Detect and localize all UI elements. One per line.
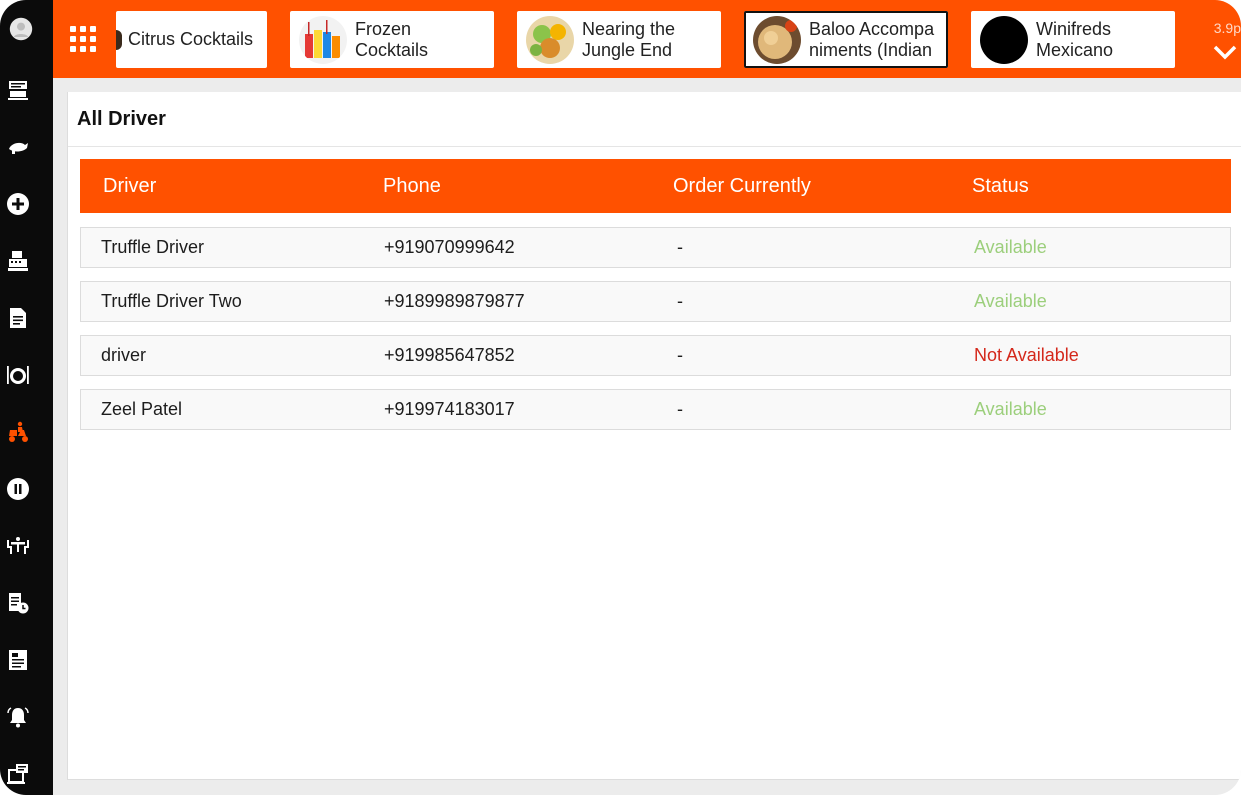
- category-label: Winifreds Mexicano: [1036, 18, 1114, 60]
- column-header-phone: Phone: [383, 175, 441, 197]
- topbar-overflow-text: 3.9p: [1213, 20, 1241, 36]
- category-card-winifreds-mexicano[interactable]: Winifreds Mexicano: [971, 11, 1175, 68]
- notification-bell-icon[interactable]: [6, 704, 30, 730]
- table-row[interactable]: Truffle Driver +919070999642 - Available: [80, 227, 1231, 268]
- category-card-baloo-accompaniments[interactable]: Baloo Accompa niments (Indian: [744, 11, 948, 68]
- status-badge: Available: [974, 237, 1047, 257]
- menu-grid-icon[interactable]: [68, 24, 98, 54]
- takeaway-icon[interactable]: [6, 134, 30, 160]
- driver-phone: +919070999642: [384, 237, 515, 257]
- category-label: Nearing the Jungle End: [582, 18, 676, 60]
- category-card-jungle-end[interactable]: Nearing the Jungle End: [517, 11, 721, 68]
- driver-phone: +919985647852: [384, 345, 515, 365]
- order-history-icon[interactable]: [6, 590, 30, 616]
- pause-icon[interactable]: [6, 476, 30, 502]
- add-order-icon[interactable]: [6, 191, 30, 217]
- chevron-down-icon[interactable]: [1213, 44, 1237, 62]
- baloo-accompaniments-thumb: [753, 15, 801, 64]
- table-header: Driver Phone Order Currently Status: [80, 159, 1231, 213]
- profile-avatar-icon[interactable]: [6, 14, 36, 44]
- document-icon[interactable]: [6, 305, 30, 331]
- driver-order: -: [677, 399, 683, 419]
- category-card-citrus-cocktails[interactable]: Citrus Cocktails: [116, 11, 267, 68]
- column-header-driver: Driver: [103, 175, 157, 197]
- drivers-panel: All Driver Driver Phone Order Currently …: [67, 92, 1241, 780]
- divider: [68, 146, 1241, 147]
- frozen-cocktails-thumb: [299, 15, 347, 64]
- table-row[interactable]: Truffle Driver Two +9189989879877 - Avai…: [80, 281, 1231, 322]
- table-row[interactable]: Zeel Patel +919974183017 - Available: [80, 389, 1231, 430]
- reports-icon[interactable]: [6, 647, 30, 673]
- driver-order: -: [677, 237, 683, 257]
- category-label: Citrus Cocktails: [128, 29, 254, 49]
- pos-terminal-icon[interactable]: [6, 77, 30, 103]
- column-header-status: Status: [972, 175, 1029, 197]
- delivery-scooter-icon[interactable]: [6, 419, 30, 445]
- category-card-frozen-cocktails[interactable]: Frozen Cocktails: [290, 11, 494, 68]
- jungle-end-thumb: [526, 15, 574, 64]
- dine-in-icon[interactable]: [6, 362, 30, 388]
- status-badge: Not Available: [974, 345, 1079, 365]
- driver-phone: +9189989879877: [384, 291, 525, 311]
- category-label: Frozen Cocktails: [355, 18, 429, 60]
- page-title: All Driver: [77, 108, 166, 130]
- driver-name: driver: [101, 345, 147, 365]
- app-window: Citrus Cocktails Frozen Cocktails Nearin…: [0, 0, 1241, 795]
- driver-order: -: [677, 291, 683, 311]
- table-row[interactable]: driver +919985647852 - Not Available: [80, 335, 1231, 376]
- citrus-cocktails-thumb: [116, 29, 122, 50]
- driver-name: Truffle Driver Two: [101, 291, 242, 311]
- status-badge: Available: [974, 291, 1047, 311]
- category-label: Baloo Accompa niments (Indian: [809, 18, 935, 60]
- status-badge: Available: [974, 399, 1047, 419]
- driver-order: -: [677, 345, 683, 365]
- category-bar: Citrus Cocktails Frozen Cocktails Nearin…: [53, 0, 1241, 78]
- driver-name: Truffle Driver: [101, 237, 205, 257]
- tables-icon[interactable]: [6, 533, 30, 559]
- column-header-order: Order Currently: [673, 175, 811, 197]
- sidebar: [0, 0, 53, 795]
- cash-register-icon[interactable]: [6, 248, 30, 274]
- driver-name: Zeel Patel: [101, 399, 183, 419]
- winifreds-mexicano-thumb: [980, 15, 1028, 64]
- online-orders-icon[interactable]: [6, 761, 30, 787]
- driver-phone: +919974183017: [384, 399, 515, 419]
